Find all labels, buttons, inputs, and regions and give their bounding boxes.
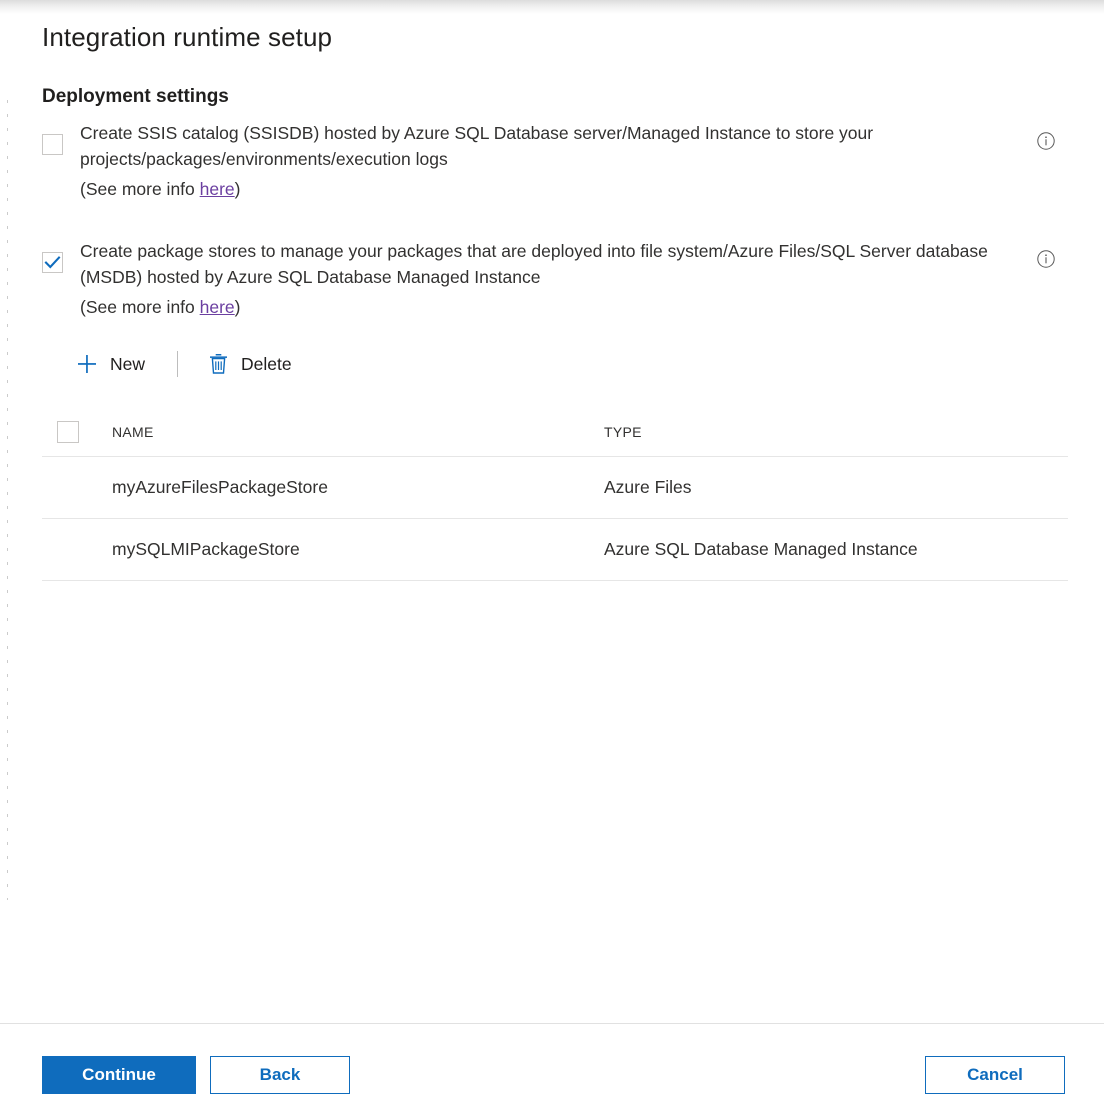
setup-panel: Integration runtime setup Deployment set… <box>0 0 1104 1023</box>
info-circle-icon[interactable] <box>1037 132 1055 150</box>
more-info-prefix: (See more info <box>80 179 200 199</box>
toolbar-divider <box>177 351 178 377</box>
option-text-ssis-catalog: Create SSIS catalog (SSISDB) hosted by A… <box>80 123 873 169</box>
delete-package-store-button[interactable]: Delete <box>198 349 302 379</box>
select-all-checkbox[interactable] <box>57 421 79 443</box>
delete-button-label: Delete <box>241 354 292 375</box>
table-row[interactable]: mySQLMIPackageStore Azure SQL Database M… <box>42 519 1068 581</box>
new-button-label: New <box>110 354 145 375</box>
table-row[interactable]: myAzureFilesPackageStore Azure Files <box>42 457 1068 519</box>
option-row-ssis-catalog: Create SSIS catalog (SSISDB) hosted by A… <box>42 120 1072 202</box>
page-title: Integration runtime setup <box>42 22 332 53</box>
column-header-name[interactable]: NAME <box>112 424 604 440</box>
package-stores-table: NAME TYPE myAzureFilesPackageStore Azure… <box>42 408 1068 581</box>
more-info-suffix: ) <box>235 297 241 317</box>
back-button[interactable]: Back <box>210 1056 350 1094</box>
continue-button[interactable]: Continue <box>42 1056 196 1094</box>
trash-icon <box>208 353 229 375</box>
cancel-button[interactable]: Cancel <box>925 1056 1065 1094</box>
info-circle-icon[interactable] <box>1037 250 1055 268</box>
new-package-store-button[interactable]: New <box>66 349 155 379</box>
more-info-ssis-catalog: (See more info here) <box>80 176 1040 202</box>
package-store-toolbar: New Delete <box>66 346 302 382</box>
more-info-link[interactable]: here <box>200 179 235 199</box>
checkbox-package-stores[interactable] <box>42 252 63 273</box>
footer-bar: Continue Back Cancel <box>0 1023 1104 1120</box>
table-header-row: NAME TYPE <box>42 408 1068 457</box>
select-all-cell <box>42 421 112 443</box>
more-info-suffix: ) <box>235 179 241 199</box>
plus-icon <box>76 353 98 375</box>
column-header-type[interactable]: TYPE <box>604 424 1068 440</box>
option-label-package-stores: Create package stores to manage your pac… <box>80 238 1040 320</box>
checkbox-ssis-catalog[interactable] <box>42 134 63 155</box>
more-info-package-stores: (See more info here) <box>80 294 1040 320</box>
option-label-ssis-catalog: Create SSIS catalog (SSISDB) hosted by A… <box>80 120 1040 202</box>
option-text-package-stores: Create package stores to manage your pac… <box>80 241 988 287</box>
cell-name: mySQLMIPackageStore <box>112 539 604 560</box>
cell-type: Azure SQL Database Managed Instance <box>604 539 1068 560</box>
more-info-link[interactable]: here <box>200 297 235 317</box>
more-info-prefix: (See more info <box>80 297 200 317</box>
cell-name: myAzureFilesPackageStore <box>112 477 604 498</box>
option-row-package-stores: Create package stores to manage your pac… <box>42 238 1072 320</box>
section-title-deployment-settings: Deployment settings <box>42 86 229 108</box>
cell-type: Azure Files <box>604 477 1068 498</box>
